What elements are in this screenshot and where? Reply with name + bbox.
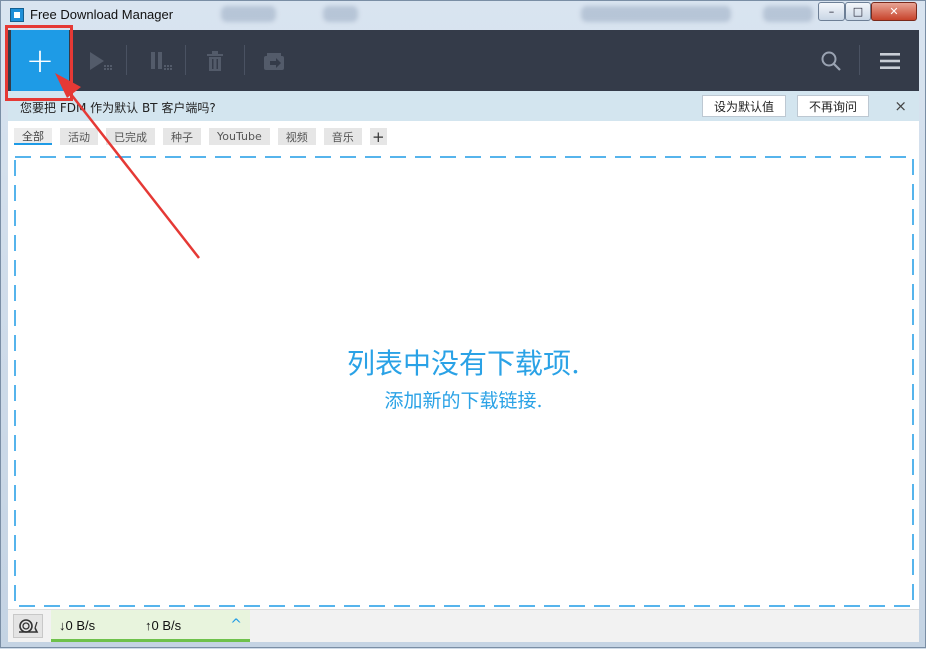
- snail-icon: [19, 619, 39, 633]
- toolbar-divider: [244, 45, 245, 75]
- chevron-up-icon[interactable]: ^: [230, 617, 242, 633]
- status-bar: ↓0 B/s ↑0 B/s ^: [8, 609, 919, 642]
- tab-active[interactable]: 活动: [60, 128, 98, 145]
- blurred-region: [763, 6, 813, 22]
- app-logo-icon: [10, 8, 24, 22]
- pause-icon: [151, 51, 172, 70]
- dont-ask-button[interactable]: 不再询问: [797, 95, 869, 117]
- tab-video[interactable]: 视频: [277, 128, 316, 145]
- close-notice-icon[interactable]: ×: [894, 97, 907, 115]
- start-button[interactable]: [74, 30, 124, 91]
- add-new-link-hint[interactable]: 添加新的下载链接.: [8, 386, 919, 413]
- tab-music[interactable]: 音乐: [323, 128, 362, 145]
- play-icon: [90, 51, 112, 70]
- toolbar-divider: [126, 45, 127, 75]
- app-window: Free Download Manager – □ ✕ + 您要把 FDM 作为…: [0, 0, 926, 648]
- search-button[interactable]: [806, 30, 856, 91]
- plus-icon: +: [25, 40, 55, 81]
- tab-youtube[interactable]: YouTube: [209, 128, 270, 145]
- speed-limiter-button[interactable]: [13, 614, 43, 638]
- move-files-button[interactable]: [249, 30, 299, 91]
- filter-tabs: 全部 活动 已完成 种子 YouTube 视频 音乐 +: [14, 128, 387, 148]
- blurred-region: [323, 6, 358, 22]
- speed-panel[interactable]: ↓0 B/s ↑0 B/s ^: [51, 610, 250, 642]
- tab-completed[interactable]: 已完成: [106, 128, 155, 145]
- set-default-button[interactable]: 设为默认值: [702, 95, 786, 117]
- blurred-region: [581, 6, 731, 22]
- title-bar: Free Download Manager – □ ✕: [1, 1, 925, 30]
- download-speed: ↓0 B/s: [59, 618, 96, 633]
- move-icon: [264, 52, 284, 70]
- tab-all[interactable]: 全部: [14, 128, 52, 145]
- maximize-button[interactable]: □: [845, 2, 871, 21]
- minimize-button[interactable]: –: [818, 2, 845, 21]
- empty-list-title: 列表中没有下载项.: [347, 347, 580, 380]
- notice-message: 您要把 FDM 作为默认 BT 客户端吗?: [20, 101, 216, 115]
- delete-button[interactable]: [190, 30, 240, 91]
- tab-torrents[interactable]: 种子: [163, 128, 201, 145]
- window-title: Free Download Manager: [30, 7, 174, 22]
- main-menu-button[interactable]: [865, 30, 915, 91]
- main-content: + 您要把 FDM 作为默认 BT 客户端吗? 设为默认值 不再询问 × 全部 …: [8, 30, 919, 642]
- default-client-notice: 您要把 FDM 作为默认 BT 客户端吗? 设为默认值 不再询问 ×: [8, 91, 919, 121]
- trash-icon: [207, 50, 223, 71]
- add-download-button[interactable]: +: [11, 30, 69, 91]
- toolbar-divider: [859, 45, 860, 75]
- close-window-button[interactable]: ✕: [871, 2, 917, 21]
- menu-icon: [880, 52, 900, 69]
- blurred-region: [221, 6, 276, 22]
- search-icon: [821, 51, 841, 71]
- toolbar: +: [8, 30, 919, 91]
- add-tag-button[interactable]: +: [369, 128, 387, 146]
- toolbar-divider: [185, 45, 186, 75]
- pause-button[interactable]: [134, 30, 184, 91]
- upload-speed: ↑0 B/s: [145, 618, 182, 633]
